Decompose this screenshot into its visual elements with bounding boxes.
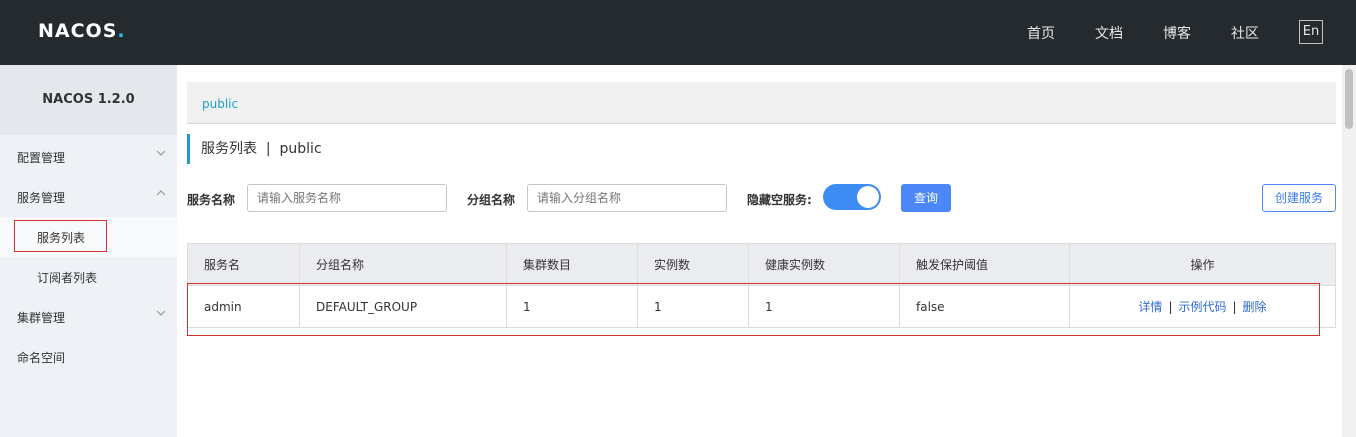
chevron-down-icon	[156, 310, 166, 316]
sidebar-item-label: 配置管理	[17, 151, 66, 165]
sidebar-item-cluster-management[interactable]: 集群管理	[0, 297, 177, 337]
nav-community[interactable]: 社区	[1231, 23, 1259, 43]
create-service-button[interactable]: 创建服务	[1262, 184, 1336, 212]
sidebar-item-namespace[interactable]: 命名空间	[0, 337, 177, 377]
sidebar-highlight-box	[14, 220, 107, 252]
page-title: 服务列表 | public	[187, 134, 322, 164]
toggle-knob	[857, 186, 879, 208]
logo-dot: .	[117, 20, 126, 42]
sidebar-item-label: 订阅者列表	[37, 271, 98, 285]
hide-empty-toggle[interactable]	[823, 184, 881, 210]
sidebar-item-service-management[interactable]: 服务管理	[0, 177, 177, 217]
vertical-scrollbar[interactable]	[1342, 65, 1356, 437]
column-header: 健康实例数	[749, 244, 900, 285]
query-button[interactable]: 查询	[901, 184, 951, 212]
nav-home[interactable]: 首页	[1027, 23, 1055, 43]
logo-text: NACOS	[38, 20, 118, 42]
version-title: NACOS 1.2.0	[0, 65, 177, 135]
sidebar-item-subscriber-list[interactable]: 订阅者列表	[0, 257, 177, 297]
chevron-up-icon	[156, 190, 166, 196]
nav-blog[interactable]: 博客	[1163, 23, 1191, 43]
column-header: 服务名	[188, 244, 300, 285]
table-header: 服务名 分组名称 集群数目 实例数 健康实例数 触发保护阈值 操作	[188, 244, 1335, 286]
sidebar-item-config-management[interactable]: 配置管理	[0, 137, 177, 177]
column-header: 触发保护阈值	[900, 244, 1070, 285]
top-header: NACOS. 首页 文档 博客 社区 En	[0, 0, 1356, 65]
column-header: 分组名称	[300, 244, 507, 285]
group-name-label: 分组名称	[467, 193, 516, 207]
hide-empty-label: 隐藏空服务:	[747, 193, 812, 207]
group-name-input[interactable]	[527, 184, 727, 212]
service-name-input[interactable]	[247, 184, 447, 212]
row-highlight-box	[187, 283, 1320, 336]
sidebar-item-label: 命名空间	[17, 351, 66, 365]
nav-docs[interactable]: 文档	[1095, 23, 1123, 43]
service-name-label: 服务名称	[187, 193, 236, 207]
namespace-bar: public	[187, 82, 1336, 124]
sidebar-item-label: 服务管理	[17, 191, 66, 205]
scrollbar-thumb[interactable]	[1345, 69, 1353, 129]
namespace-link-public[interactable]: public	[202, 97, 238, 111]
nacos-logo[interactable]: NACOS.	[38, 20, 126, 42]
chevron-down-icon	[156, 150, 166, 156]
column-header: 实例数	[638, 244, 749, 285]
sidebar-item-label: 集群管理	[17, 311, 66, 325]
language-switch-button[interactable]: En	[1299, 20, 1323, 44]
column-header: 操作	[1190, 258, 1215, 272]
column-header: 集群数目	[507, 244, 638, 285]
